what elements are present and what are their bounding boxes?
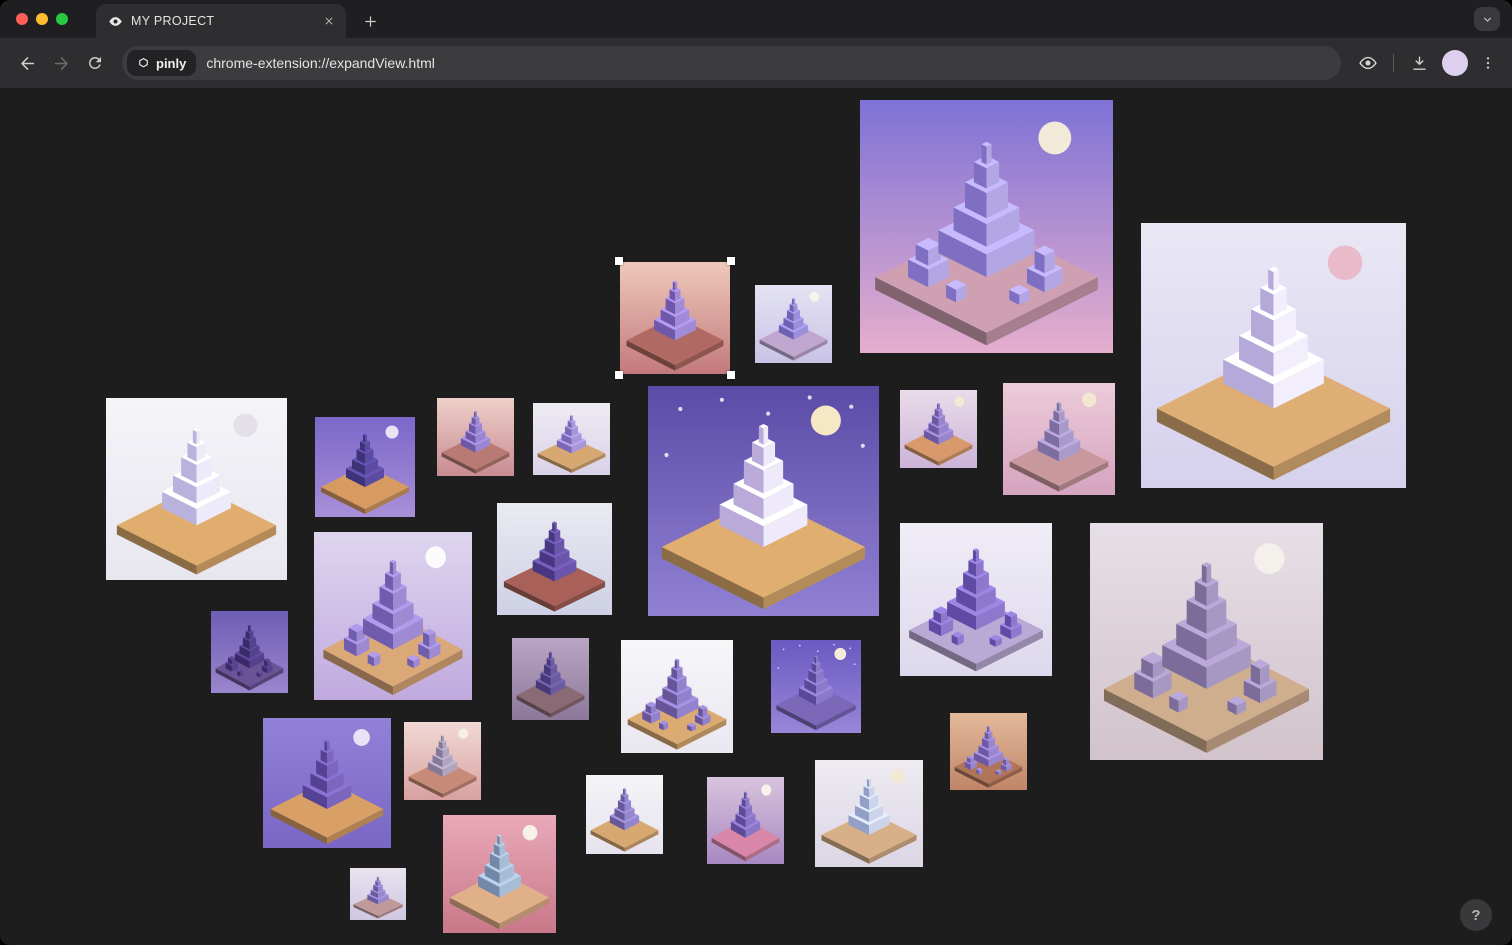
isometric-tower-art [950, 713, 1027, 790]
isometric-tower-art [106, 398, 287, 580]
tab-close-button[interactable] [320, 12, 338, 30]
canvas-image-arch-tower-pale[interactable] [533, 403, 610, 475]
canvas-image-canyon-ziggurat[interactable] [620, 262, 730, 374]
traffic-light-minimize[interactable] [36, 13, 48, 25]
traffic-light-zoom[interactable] [56, 13, 68, 25]
download-button[interactable] [1402, 46, 1436, 80]
browser-window: MY PROJECT pinly chrome-extensio [0, 0, 1512, 945]
tab-my-project[interactable]: MY PROJECT [96, 4, 346, 38]
eye-favicon-icon [108, 14, 123, 29]
isometric-tower-art [1003, 383, 1115, 495]
isometric-tower-art [586, 775, 663, 854]
canvas-image-tiny-tower[interactable] [350, 868, 406, 920]
isometric-tower-art [900, 390, 977, 468]
canvas-image-sprawling-city-dunes[interactable] [314, 532, 472, 700]
canvas-image-pale-blue-tower-sun[interactable] [815, 760, 923, 867]
profile-avatar[interactable] [1442, 50, 1468, 76]
selection-handle-tr[interactable] [727, 257, 735, 265]
canvas-image-small-tower-moon[interactable] [755, 285, 832, 363]
canvas-image-night-spire-moon[interactable] [771, 640, 861, 733]
isometric-tower-art [621, 640, 733, 753]
canvas-image-crystal-spire-city[interactable] [900, 523, 1052, 676]
eye-icon [1358, 53, 1378, 73]
pinly-icon [137, 57, 150, 70]
isometric-tower-art [900, 523, 1052, 676]
canvas-image-tower-pink-base-moon[interactable] [707, 777, 784, 864]
isometric-tower-art [263, 718, 391, 848]
pinly-chip-label: pinly [156, 56, 186, 71]
selection-handle-bl[interactable] [615, 371, 623, 379]
canvas-image-purple-city-dusk[interactable] [860, 100, 1113, 353]
back-icon [18, 54, 37, 73]
toolbar-divider [1393, 54, 1394, 72]
canvas-image-sunset-tower-small[interactable] [404, 722, 481, 800]
isometric-tower-art [315, 417, 415, 517]
eye-extension-button[interactable] [1351, 46, 1385, 80]
plus-icon [363, 14, 378, 29]
reload-button[interactable] [78, 46, 112, 80]
isometric-tower-art [512, 638, 589, 720]
forward-icon [52, 54, 71, 73]
isometric-tower-art [707, 777, 784, 864]
isometric-tower-art [314, 532, 472, 700]
reload-icon [86, 54, 104, 72]
isometric-tower-art [860, 100, 1113, 353]
isometric-tower-art [815, 760, 923, 867]
canvas-image-violet-castle-stairs[interactable] [263, 718, 391, 848]
pinly-extension-chip[interactable]: pinly [127, 50, 196, 76]
isometric-tower-art [497, 503, 612, 615]
isometric-tower-art [350, 868, 406, 920]
isometric-tower-art [620, 262, 730, 374]
canvas-image-dome-palace-white[interactable] [106, 398, 287, 580]
new-tab-button[interactable] [356, 7, 384, 35]
selection-handle-br[interactable] [727, 371, 735, 379]
tab-strip: MY PROJECT [0, 0, 1512, 38]
isometric-tower-art [443, 815, 556, 933]
tab-search-button[interactable] [1474, 7, 1500, 31]
canvas-image-stone-fortress-desert[interactable] [1090, 523, 1323, 760]
canvas-image-sunset-castle-beach[interactable] [443, 815, 556, 933]
chevron-down-icon [1481, 13, 1494, 26]
back-button[interactable] [10, 46, 44, 80]
kebab-menu-icon [1480, 55, 1496, 71]
forward-button[interactable] [44, 46, 78, 80]
canvas-image-canyon-city-small[interactable] [950, 713, 1027, 790]
close-icon [324, 16, 334, 26]
traffic-light-close[interactable] [16, 13, 28, 25]
canvas[interactable]: ? [0, 88, 1512, 945]
canvas-image-ziggurat-city-skyline[interactable] [497, 503, 612, 615]
isometric-tower-art [771, 640, 861, 733]
canvas-image-bridge-tower-pink-sky[interactable] [1003, 383, 1115, 495]
canvas-image-twin-ziggurat-white[interactable] [621, 640, 733, 753]
selection-handle-tl[interactable] [615, 257, 623, 265]
isometric-tower-art [755, 285, 832, 363]
canvas-image-night-tower-island[interactable] [648, 386, 879, 616]
toolbar: pinly chrome-extension://expandView.html [0, 38, 1512, 88]
isometric-tower-art [1090, 523, 1323, 760]
isometric-tower-art [211, 611, 288, 693]
isometric-tower-art [533, 403, 610, 475]
isometric-tower-art [404, 722, 481, 800]
help-button[interactable]: ? [1460, 899, 1492, 931]
download-icon [1410, 54, 1429, 73]
canvas-image-small-tower-white[interactable] [586, 775, 663, 854]
isometric-tower-art [1141, 223, 1406, 488]
canvas-image-pastel-tower-moon[interactable] [900, 390, 977, 468]
omnibox[interactable]: pinly chrome-extension://expandView.html [122, 46, 1341, 80]
canvas-image-dark-ziggurat-orange-base[interactable] [315, 417, 415, 517]
isometric-tower-art [648, 386, 879, 616]
canvas-image-dark-city-violet[interactable] [211, 611, 288, 693]
tab-title: MY PROJECT [131, 14, 312, 28]
canvas-image-dusk-ziggurat-small[interactable] [512, 638, 589, 720]
browser-menu-button[interactable] [1474, 46, 1502, 80]
traffic-lights [0, 0, 84, 38]
isometric-tower-art [437, 398, 514, 476]
canvas-image-canyon-tower-small[interactable] [437, 398, 514, 476]
canvas-image-white-tower-sand-platform[interactable] [1141, 223, 1406, 488]
url-text: chrome-extension://expandView.html [206, 55, 435, 71]
